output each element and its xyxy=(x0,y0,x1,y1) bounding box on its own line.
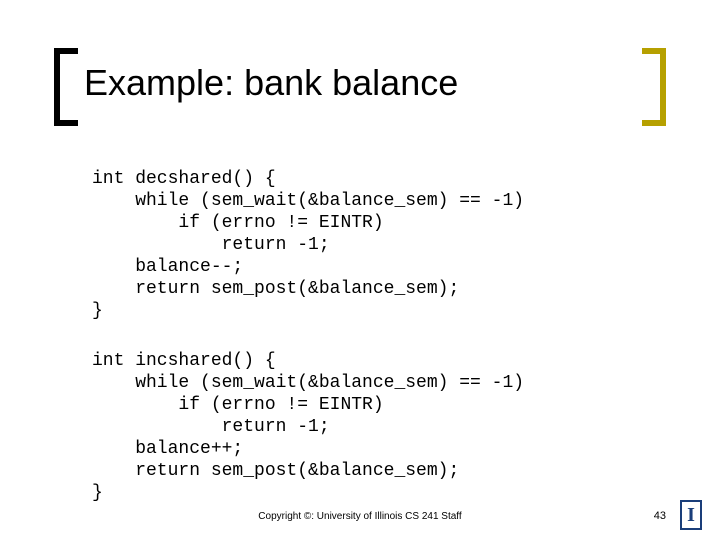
code-block-incshared: int incshared() { while (sem_wait(&balan… xyxy=(92,350,524,504)
logo-letter: I xyxy=(687,505,695,525)
bracket-left-icon xyxy=(54,48,78,126)
footer-copyright: Copyright ©: University of Illinois CS 2… xyxy=(0,511,720,522)
bracket-right-icon xyxy=(642,48,666,126)
slide: Example: bank balance int decshared() { … xyxy=(0,0,720,540)
university-logo-icon: I xyxy=(680,500,702,530)
slide-title: Example: bank balance xyxy=(84,62,458,104)
title-area: Example: bank balance xyxy=(54,48,666,126)
page-number: 43 xyxy=(654,510,666,522)
code-block-decshared: int decshared() { while (sem_wait(&balan… xyxy=(92,168,524,322)
